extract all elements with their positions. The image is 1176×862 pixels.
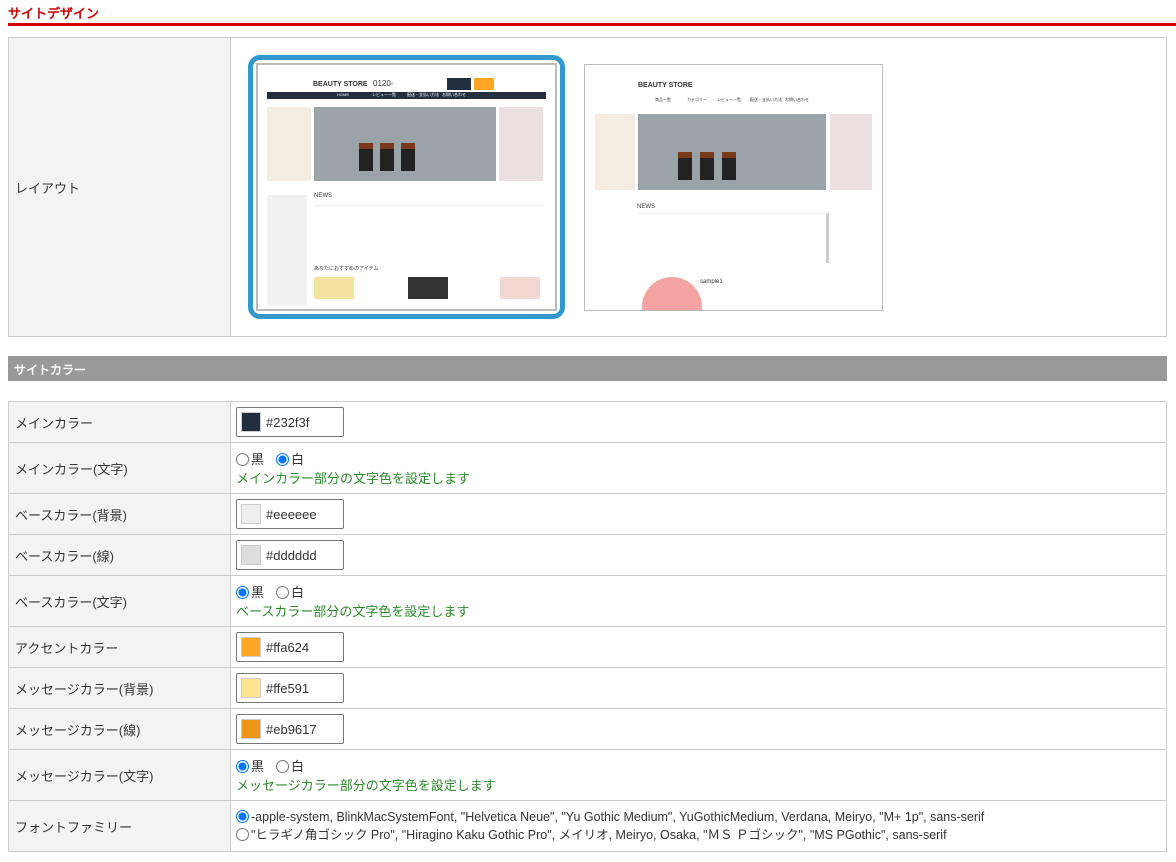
design-table: レイアウト BEAUTY STORE 0120- HOME レビュー一覧 配送・… <box>8 37 1167 337</box>
color-table: メインカラー #232f3f メインカラー(文字) 黒白メインカラー部分の文字色… <box>8 401 1167 852</box>
thumb-logo: BEAUTY STORE <box>313 80 368 88</box>
main-text-white-radio[interactable]: 白 <box>276 452 304 467</box>
title-underline <box>8 23 1176 26</box>
base-line-label: ベースカラー(線) <box>8 534 231 576</box>
base-text-black-radio[interactable]: 黒 <box>236 585 264 600</box>
msg-text-white-radio[interactable]: 白 <box>276 759 304 774</box>
msg-text-black-radio[interactable]: 黒 <box>236 759 264 774</box>
font-option-2-radio[interactable]: "ヒラギノ角ゴシック Pro", "Hiragino Kaku Gothic P… <box>236 827 947 842</box>
font-option-1-radio[interactable]: -apple-system, BlinkMacSystemFont, "Helv… <box>236 809 984 824</box>
base-line-color-input[interactable]: #dddddd <box>236 540 344 570</box>
base-bg-label: ベースカラー(背景) <box>8 493 231 535</box>
thumb-nav: HOME レビュー一覧 配送・支払い方法 お問い合わせ <box>267 91 546 99</box>
color-swatch <box>241 412 261 432</box>
thumb-phone: 0120- <box>373 78 394 88</box>
section-title-site-color: サイトカラー <box>8 356 1167 381</box>
base-bg-color-input[interactable]: #eeeeee <box>236 499 344 529</box>
msg-bg-color-input[interactable]: #ffe591 <box>236 673 344 703</box>
accent-color-input[interactable]: #ffa624 <box>236 632 344 662</box>
thumb-slider <box>314 106 496 181</box>
msg-text-label: メッセージカラー(文字) <box>8 749 231 801</box>
accent-label: アクセントカラー <box>8 626 231 668</box>
section-title-site-design: サイトデザイン <box>8 6 100 21</box>
main-color-label: メインカラー <box>8 401 231 443</box>
base-text-white-radio[interactable]: 白 <box>276 585 304 600</box>
msg-bg-label: メッセージカラー(背景) <box>8 667 231 709</box>
layout-option-1[interactable]: BEAUTY STORE 0120- HOME レビュー一覧 配送・支払い方法 … <box>248 54 565 319</box>
help-text: メインカラー部分の文字色を設定します <box>236 471 471 486</box>
thumb-logo: BEAUTY STORE <box>638 81 693 89</box>
main-text-black-radio[interactable]: 黒 <box>236 452 264 467</box>
help-text: メッセージカラー部分の文字色を設定します <box>236 778 496 793</box>
msg-line-color-input[interactable]: #eb9617 <box>236 714 344 744</box>
main-color-input[interactable]: #232f3f <box>236 407 344 437</box>
msg-line-label: メッセージカラー(線) <box>8 708 231 750</box>
layout-option-2[interactable]: BEAUTY STORE 商品一覧 カテゴリー レビュー一覧 配送・支払い方法 … <box>584 63 883 311</box>
help-text: ベースカラー部分の文字色を設定します <box>236 604 470 619</box>
layout-label: レイアウト <box>8 37 231 337</box>
base-text-label: ベースカラー(文字) <box>8 575 231 627</box>
font-family-label: フォントファミリー <box>8 800 231 852</box>
main-text-color-label: メインカラー(文字) <box>8 442 231 494</box>
